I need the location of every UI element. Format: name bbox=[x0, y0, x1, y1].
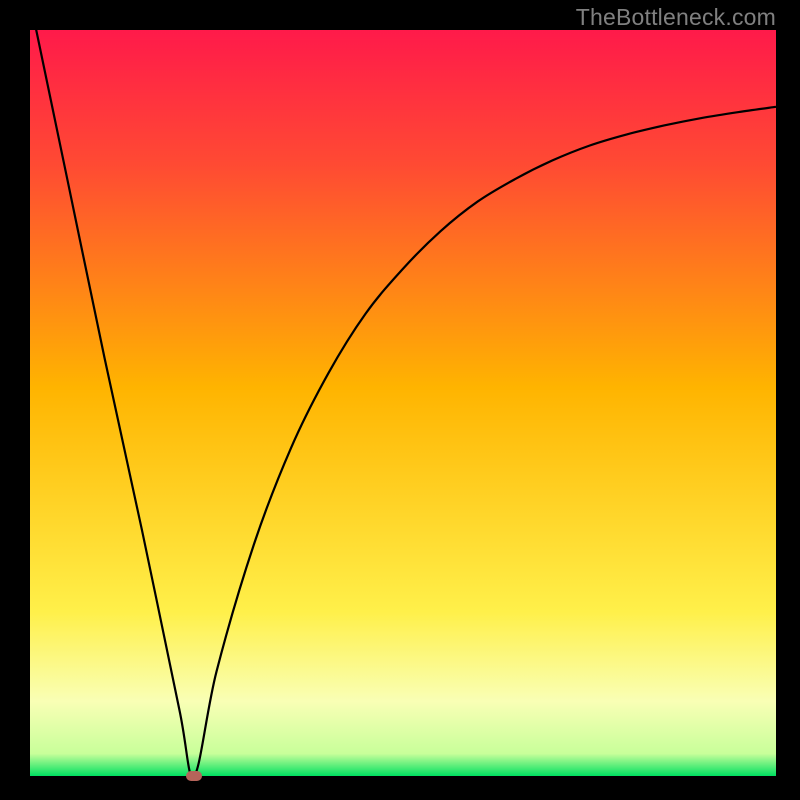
curve-path bbox=[30, 0, 776, 777]
watermark-text: TheBottleneck.com bbox=[576, 4, 776, 31]
chart-frame: TheBottleneck.com bbox=[0, 0, 800, 800]
minimum-marker bbox=[186, 771, 202, 781]
bottleneck-curve bbox=[30, 30, 776, 776]
plot-area bbox=[30, 30, 776, 776]
